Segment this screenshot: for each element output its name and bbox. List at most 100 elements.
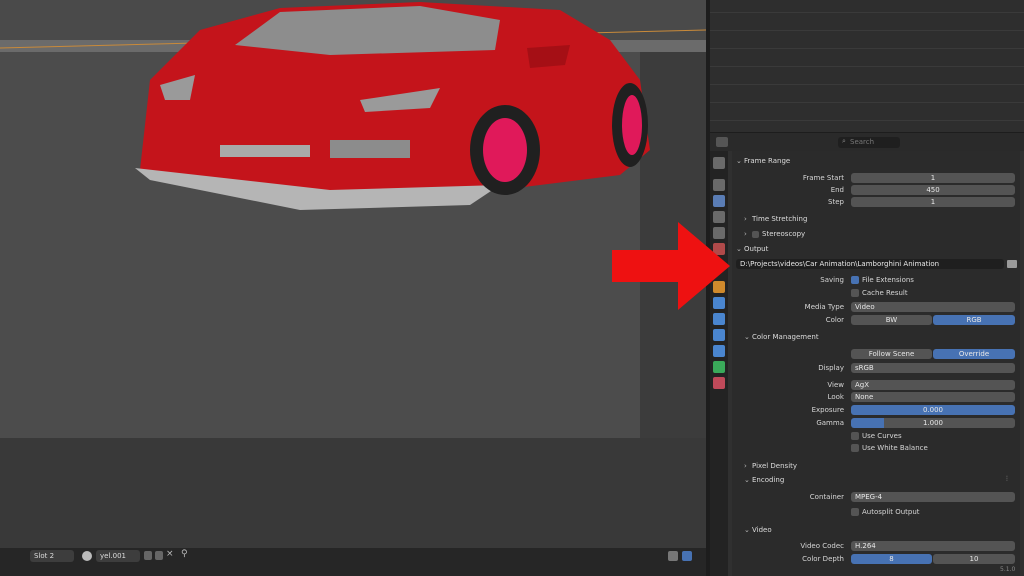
video-header[interactable]: ⌄ Video xyxy=(744,524,772,536)
folder-icon[interactable] xyxy=(1007,260,1017,268)
encoding-title: Encoding xyxy=(752,476,785,484)
use-white-balance-row: Use White Balance xyxy=(732,443,1020,455)
slot-dropdown[interactable]: Slot 2 xyxy=(30,550,74,562)
color-management-mode-row: Follow Scene Override xyxy=(732,349,1020,361)
display-row: Display sRGB xyxy=(732,363,1020,375)
view-row: View AgX xyxy=(732,380,1020,392)
view-label: View xyxy=(827,381,844,389)
time-stretching-header[interactable]: › Time Stretching xyxy=(744,213,807,225)
properties-editor[interactable]: ⌕ Search ⌄ Frame Range Frame Start 1 End … xyxy=(710,133,1024,576)
chevron-right-icon: › xyxy=(744,230,747,238)
time-stretching-title: Time Stretching xyxy=(752,215,808,223)
new-image-icon[interactable] xyxy=(155,551,163,560)
settings-sliders-icon[interactable]: ⫶ xyxy=(1006,475,1008,484)
media-type-dropdown[interactable]: Video xyxy=(851,302,1015,312)
output-path-field[interactable]: D:\Projects\videos\Car Animation\Lamborg… xyxy=(736,259,1004,269)
overlay-icon[interactable] xyxy=(668,551,678,561)
saving-label: Saving xyxy=(820,276,844,284)
media-type-label: Media Type xyxy=(804,303,844,311)
close-icon[interactable]: × xyxy=(166,549,174,559)
chevron-down-icon: ⌄ xyxy=(744,333,750,341)
view-dropdown[interactable]: AgX xyxy=(851,380,1015,390)
output-header[interactable]: ⌄ Output xyxy=(736,243,768,255)
red-arrow-annotation xyxy=(612,222,730,310)
output-tab-icon[interactable] xyxy=(713,195,725,207)
3d-viewport[interactable] xyxy=(0,0,706,548)
use-white-balance-checkbox[interactable] xyxy=(851,444,859,452)
stereoscopy-header[interactable]: › Stereoscopy xyxy=(744,228,805,240)
frame-start-field[interactable]: 1 xyxy=(851,173,1015,183)
autosplit-label: Autosplit Output xyxy=(862,508,920,516)
render-tab-icon[interactable] xyxy=(713,179,725,191)
pixel-density-header[interactable]: › Pixel Density xyxy=(744,460,797,472)
search-input[interactable]: ⌕ Search xyxy=(838,137,900,148)
particles-tab-icon[interactable] xyxy=(713,313,725,325)
exposure-slider[interactable]: 0.000 xyxy=(851,405,1015,415)
look-dropdown[interactable]: None xyxy=(851,392,1015,402)
car-model xyxy=(135,2,650,210)
chevron-down-icon: ⌄ xyxy=(736,157,742,165)
override-button[interactable]: Override xyxy=(933,349,1015,359)
gamma-label: Gamma xyxy=(816,419,844,427)
color-depth-8-button[interactable]: 8 xyxy=(851,554,932,564)
color-row: Color BW RGB xyxy=(732,315,1020,327)
image-editor-footer: Slot 2 yel.001 × ⚲ xyxy=(0,548,706,576)
version-label: 5.1.0 xyxy=(1000,566,1016,573)
use-curves-label: Use Curves xyxy=(862,432,902,440)
chevron-right-icon: › xyxy=(744,462,747,470)
chevron-down-icon: ⌄ xyxy=(736,245,742,253)
gamma-slider[interactable]: 1.000 xyxy=(851,418,1015,428)
display-dropdown[interactable]: sRGB xyxy=(851,363,1015,373)
output-title: Output xyxy=(744,245,769,253)
exposure-row: Exposure 0.000 xyxy=(732,405,1020,417)
frame-range-header[interactable]: ⌄ Frame Range xyxy=(736,155,790,167)
physics-tab-icon[interactable] xyxy=(713,329,725,341)
frame-step-label: Step xyxy=(828,198,844,206)
chevron-down-icon: ⌄ xyxy=(744,526,750,534)
video-codec-row: Video Codec H.264 xyxy=(732,541,1020,553)
frame-start-label: Frame Start xyxy=(802,174,844,182)
search-icon: ⌕ xyxy=(842,137,846,145)
color-depth-row: Color Depth 8 10 xyxy=(732,554,1020,566)
use-curves-checkbox[interactable] xyxy=(851,432,859,440)
editor-type-icon[interactable] xyxy=(716,137,728,147)
color-management-header[interactable]: ⌄ Color Management xyxy=(744,331,819,343)
look-row: Look None xyxy=(732,392,1020,404)
frame-end-label: End xyxy=(830,186,844,194)
color-depth-label: Color Depth xyxy=(802,555,844,563)
frame-step-field[interactable]: 1 xyxy=(851,197,1015,207)
encoding-header[interactable]: ⌄ Encoding xyxy=(744,474,784,486)
follow-scene-button[interactable]: Follow Scene xyxy=(851,349,932,359)
video-codec-dropdown[interactable]: H.264 xyxy=(851,541,1015,551)
stereoscopy-checkbox[interactable] xyxy=(752,230,759,238)
frame-start-row: Frame Start 1 xyxy=(732,173,1020,185)
video-codec-label: Video Codec xyxy=(800,542,844,550)
frame-end-field[interactable]: 450 xyxy=(851,185,1015,195)
tool-tab-icon[interactable] xyxy=(713,157,725,169)
container-dropdown[interactable]: MPEG-4 xyxy=(851,492,1015,502)
image-name-field[interactable]: yel.001 xyxy=(96,550,140,562)
image-browse-icon[interactable] xyxy=(82,551,92,561)
color-bw-button[interactable]: BW xyxy=(851,315,932,325)
display-label: Display xyxy=(818,364,844,372)
file-extensions-checkbox[interactable] xyxy=(851,276,859,284)
autosplit-checkbox[interactable] xyxy=(851,508,859,516)
cache-result-checkbox[interactable] xyxy=(851,289,859,297)
material-tab-icon[interactable] xyxy=(713,377,725,389)
color-label: Color xyxy=(825,316,844,324)
frame-step-row: Step 1 xyxy=(732,197,1020,209)
use-curves-row: Use Curves xyxy=(732,431,1020,443)
data-tab-icon[interactable] xyxy=(713,361,725,373)
chevron-down-icon: ⌄ xyxy=(744,476,750,484)
color-depth-10-button[interactable]: 10 xyxy=(933,554,1015,564)
outliner[interactable] xyxy=(710,0,1024,132)
constraints-tab-icon[interactable] xyxy=(713,345,725,357)
cache-result-label: Cache Result xyxy=(862,289,908,297)
properties-tabs xyxy=(710,151,728,576)
container-row: Container MPEG-4 xyxy=(732,492,1020,504)
color-rgb-button[interactable]: RGB xyxy=(933,315,1015,325)
media-type-row: Media Type Video xyxy=(732,302,1020,314)
pin-icon[interactable]: ⚲ xyxy=(181,549,188,559)
fake-user-icon[interactable] xyxy=(144,551,152,560)
display-channels-icon[interactable] xyxy=(682,551,692,561)
